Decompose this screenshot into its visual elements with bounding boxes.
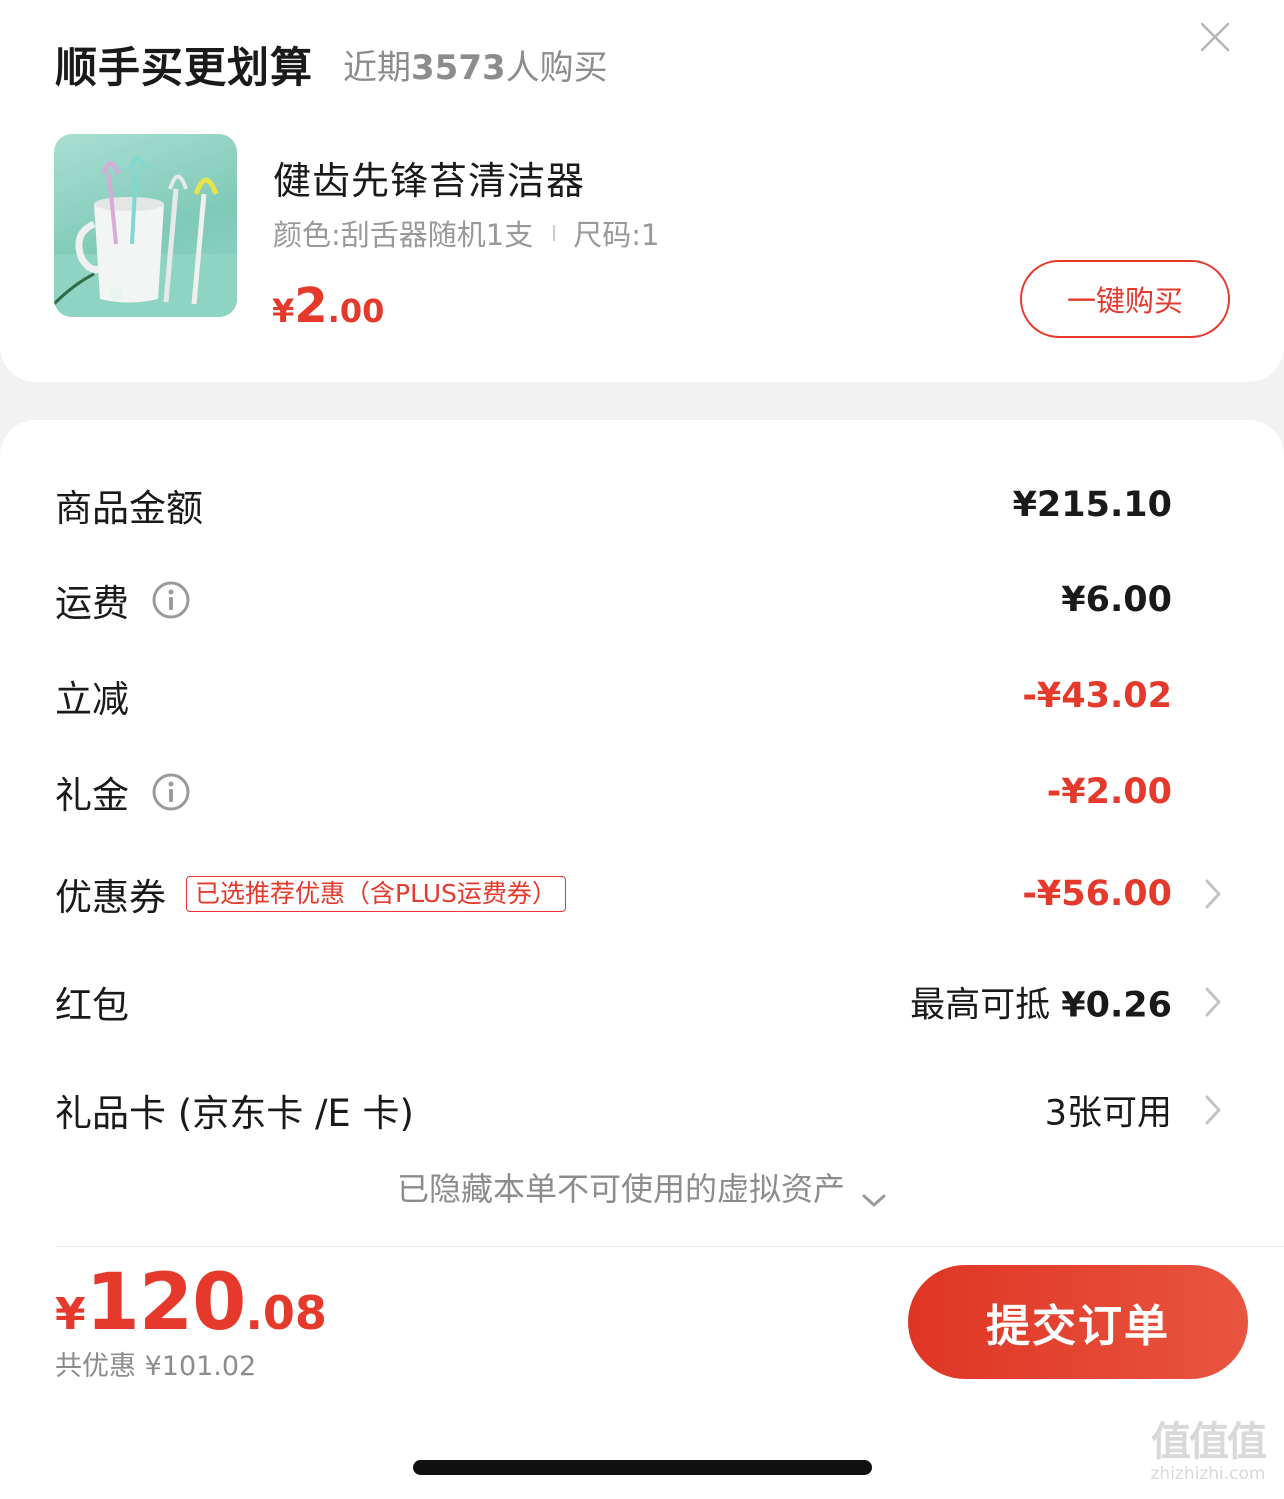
- row-gift-card[interactable]: 礼品卡 (京东卡 /E 卡) 3张可用: [0, 1070, 1284, 1150]
- info-icon[interactable]: [151, 772, 191, 812]
- upsell-buyer-count: 3573: [411, 48, 506, 88]
- row-goods-amount: 商品金额 ¥215.10: [0, 465, 1284, 545]
- one-click-buy-button[interactable]: 一键购买: [1020, 260, 1230, 338]
- total-price-currency: ¥: [55, 1289, 86, 1340]
- product-price: ¥2.00: [272, 278, 384, 334]
- info-icon[interactable]: [151, 580, 191, 620]
- watermark-logo: 值值值: [1151, 1419, 1267, 1465]
- chevron-right-icon[interactable]: [1203, 1093, 1223, 1127]
- instant-discount-value: -¥43.02: [1022, 676, 1172, 716]
- shipping-label-wrap: 运费: [55, 573, 191, 627]
- chevron-right-icon[interactable]: [1203, 985, 1223, 1019]
- total-price: ¥120.08: [55, 1258, 327, 1348]
- chevron-down-icon: [861, 1179, 887, 1207]
- hidden-assets-text: 已隐藏本单不可使用的虚拟资产: [396, 1170, 845, 1208]
- row-red-packet[interactable]: 红包 最高可抵 ¥0.26: [0, 962, 1284, 1042]
- instant-discount-label: 立减: [55, 678, 129, 721]
- shipping-label: 运费: [55, 582, 129, 625]
- spec-separator: [553, 225, 556, 241]
- close-icon[interactable]: [1196, 18, 1234, 56]
- product-spec-color: 颜色:刮舌器随机1支: [273, 218, 534, 252]
- gift-money-label: 礼金: [55, 774, 129, 817]
- red-packet-label: 红包: [55, 984, 129, 1027]
- product-spec: 颜色:刮舌器随机1支 尺码:1: [273, 212, 659, 254]
- coupon-label: 优惠券: [55, 876, 166, 919]
- total-price-int: 120: [85, 1258, 247, 1348]
- chevron-right-icon[interactable]: [1203, 877, 1223, 911]
- row-coupon[interactable]: 优惠券 已选推荐优惠（含PLUS运费券） -¥56.00: [0, 854, 1284, 934]
- watermark: 值值值 zhizhizhi.com: [1138, 1420, 1278, 1490]
- upsell-subtitle-suffix: 人购买: [505, 48, 608, 88]
- coupon-tag: 已选推荐优惠（含PLUS运费券）: [186, 876, 566, 912]
- row-shipping: 运费 ¥6.00: [0, 560, 1284, 640]
- coupon-value: -¥56.00: [1022, 874, 1172, 914]
- gift-money-value: -¥2.00: [1046, 772, 1172, 812]
- red-packet-value-wrap: 最高可抵 ¥0.26: [910, 977, 1172, 1028]
- footer-divider: [55, 1246, 1284, 1247]
- total-saved: 共优惠 ¥101.02: [55, 1351, 257, 1382]
- gift-money-label-wrap: 礼金: [55, 765, 191, 819]
- upsell-subtitle-prefix: 近期: [343, 48, 411, 88]
- upsell-card: 顺手买更划算 近期3573人购买 健齿先锋苔清洁器 颜色:刮舌器随机1支 尺码:…: [0, 0, 1284, 382]
- row-gift-money: 礼金 -¥2.00: [0, 752, 1284, 832]
- bottom-safe-area: [0, 1396, 1284, 1499]
- row-instant-discount: 立减 -¥43.02: [0, 656, 1284, 736]
- product-image[interactable]: [54, 134, 237, 317]
- gift-card-value: 3张可用: [1044, 1093, 1172, 1134]
- upsell-title: 顺手买更划算: [55, 43, 314, 92]
- shipping-value: ¥6.00: [1061, 580, 1172, 620]
- goods-amount-value: ¥215.10: [1012, 485, 1172, 525]
- product-price-int: 2: [294, 278, 328, 334]
- product-price-currency: ¥: [272, 292, 295, 330]
- coupon-label-wrap: 优惠券 已选推荐优惠（含PLUS运费券）: [55, 867, 566, 921]
- red-packet-value-prefix: 最高可抵: [910, 985, 1062, 1026]
- goods-amount-label: 商品金额: [55, 487, 203, 530]
- total-price-dec: .08: [245, 1286, 327, 1340]
- checkout-page: 顺手买更划算 近期3573人购买 健齿先锋苔清洁器 颜色:刮舌器随机1支 尺码:…: [0, 0, 1284, 1499]
- gift-card-label: 礼品卡 (京东卡 /E 卡): [55, 1092, 414, 1135]
- upsell-subtitle: 近期3573人购买: [343, 40, 608, 89]
- product-price-dec: .00: [327, 292, 385, 330]
- product-name[interactable]: 健齿先锋苔清洁器: [273, 150, 585, 205]
- submit-order-button[interactable]: 提交订单: [908, 1265, 1248, 1379]
- product-spec-size: 尺码:1: [573, 218, 660, 252]
- home-indicator[interactable]: [413, 1460, 872, 1475]
- hidden-assets-toggle[interactable]: 已隐藏本单不可使用的虚拟资产: [0, 1164, 1284, 1210]
- watermark-url: zhizhizhi.com: [1150, 1464, 1266, 1484]
- red-packet-value: ¥0.26: [1061, 985, 1172, 1026]
